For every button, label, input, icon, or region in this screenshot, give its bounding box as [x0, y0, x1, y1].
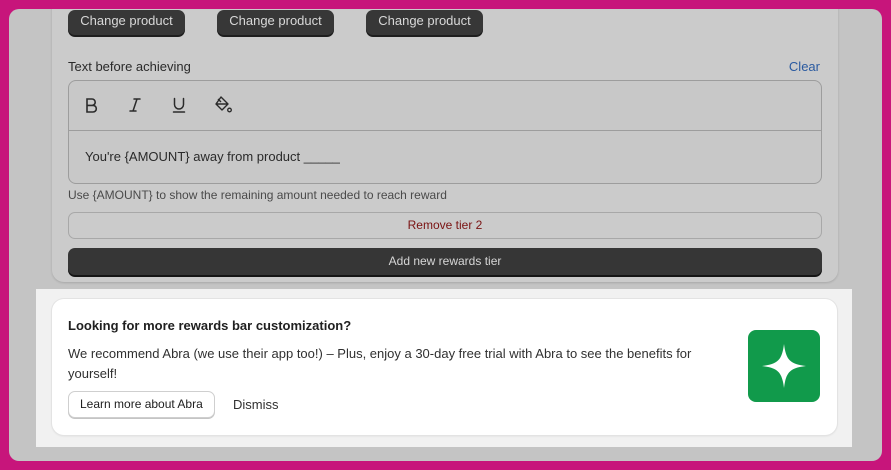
remove-tier-button[interactable]: Remove tier 2: [68, 212, 822, 239]
learn-more-button[interactable]: Learn more about Abra: [68, 391, 215, 418]
bold-icon[interactable]: [79, 93, 103, 117]
underline-icon[interactable]: [167, 93, 191, 117]
editor-toolbar: [69, 81, 821, 131]
promo-card: Looking for more rewards bar customizati…: [52, 299, 837, 435]
change-product-button-1[interactable]: Change product: [68, 10, 185, 35]
promo-section: Looking for more rewards bar customizati…: [36, 289, 852, 447]
italic-icon[interactable]: [123, 93, 147, 117]
rewards-tier-card: Change product Change product Change pro…: [52, 9, 838, 282]
promo-title: Looking for more rewards bar customizati…: [68, 318, 352, 333]
text-before-achieving-label: Text before achieving: [68, 59, 191, 74]
paint-bucket-icon[interactable]: [211, 93, 235, 117]
editor-content[interactable]: You're {AMOUNT} away from product _____: [85, 149, 340, 164]
app-window: Change product Change product Change pro…: [9, 9, 882, 461]
rich-text-editor: You're {AMOUNT} away from product _____: [68, 80, 822, 184]
amount-help-text: Use {AMOUNT} to show the remaining amoun…: [68, 188, 447, 202]
change-product-button-2[interactable]: Change product: [217, 10, 334, 35]
abra-logo: [748, 330, 820, 402]
sparkle-icon: [762, 344, 806, 388]
clear-link[interactable]: Clear: [789, 59, 820, 74]
promo-body: We recommend Abra (we use their app too!…: [68, 346, 692, 381]
dismiss-button[interactable]: Dismiss: [233, 397, 279, 412]
add-rewards-tier-button[interactable]: Add new rewards tier: [68, 248, 822, 275]
change-product-button-3[interactable]: Change product: [366, 10, 483, 35]
